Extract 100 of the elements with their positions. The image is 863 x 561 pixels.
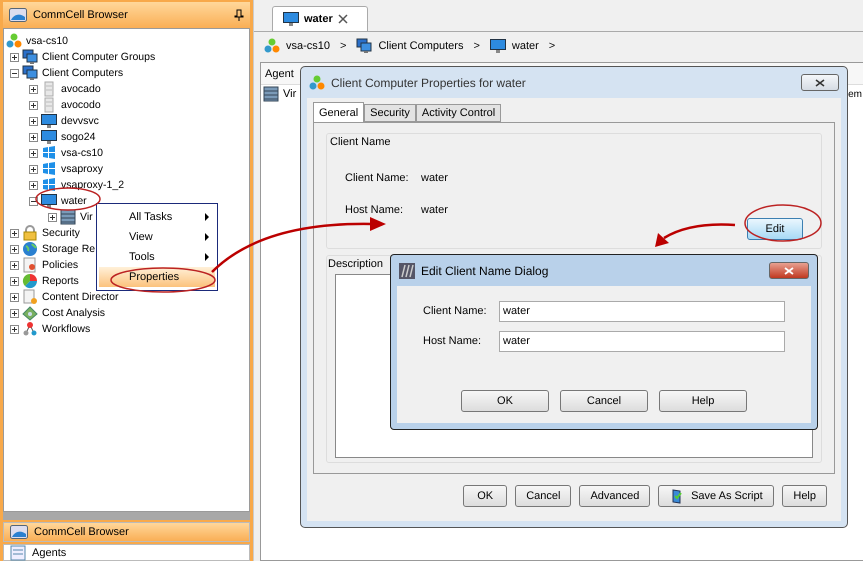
menu-item[interactable]: View [99, 227, 215, 247]
dialog-button[interactable]: Cancel [560, 390, 648, 412]
expand-toggle[interactable] [29, 180, 38, 190]
dialog-tab[interactable]: General [313, 102, 364, 123]
dialog-tab[interactable]: Activity Control [416, 104, 502, 122]
list-cell: em [848, 88, 863, 100]
expand-toggle[interactable] [48, 212, 57, 222]
close-icon[interactable] [338, 14, 348, 24]
dialog-title: Client Computer Properties for water [331, 76, 527, 90]
cubes-icon [264, 38, 280, 54]
monitor-icon [283, 11, 299, 27]
navigation-tab[interactable]: CommCell Browser [3, 522, 250, 542]
tree-item[interactable]: avocodo [60, 99, 102, 111]
submenu-arrow-icon [205, 213, 209, 221]
tree-item[interactable]: vsaproxy [60, 163, 104, 175]
tree-item[interactable]: Vir [79, 211, 94, 223]
tree-item[interactable]: Storage Re [41, 243, 96, 255]
dialog-tab[interactable]: Security [364, 104, 416, 122]
expand-toggle[interactable] [10, 52, 19, 62]
expand-toggle[interactable] [29, 116, 38, 126]
menu-item[interactable]: Properties [99, 267, 215, 287]
menu-item[interactable]: All Tasks [99, 207, 215, 227]
group-title: Client Name [330, 135, 391, 148]
document-tab[interactable]: water [272, 6, 368, 31]
close-icon [784, 266, 794, 274]
breadcrumb-separator: > [473, 40, 480, 52]
monitor-icon [41, 193, 57, 209]
list-icon [10, 544, 26, 560]
tree-item[interactable]: Workflows [41, 323, 92, 335]
tree-item[interactable]: Client Computers [41, 67, 124, 79]
close-button[interactable] [801, 74, 839, 91]
certificate-icon [22, 257, 38, 273]
dialog-button[interactable]: Help [782, 484, 827, 506]
expand-toggle[interactable] [29, 100, 38, 110]
breadcrumb-link[interactable]: Client Computers [378, 40, 464, 52]
breadcrumb-separator: > [548, 40, 556, 52]
breadcrumb-link[interactable]: water [512, 40, 539, 52]
tree-item[interactable]: vsa-cs10 [60, 147, 104, 159]
expand-toggle[interactable] [10, 260, 19, 270]
text-field[interactable]: water [499, 300, 785, 322]
navigation-tab[interactable]: Agents [3, 544, 250, 561]
pin-icon[interactable] [234, 9, 244, 21]
monitor-icon [490, 38, 506, 54]
expand-toggle[interactable] [10, 244, 19, 254]
dialog-button[interactable]: OK [463, 484, 508, 506]
expand-toggle[interactable] [29, 148, 38, 158]
expand-toggle[interactable] [10, 308, 19, 318]
tree-item[interactable]: Cost Analysis [41, 307, 106, 319]
tab-label: water [304, 13, 333, 25]
cubes-icon [6, 33, 22, 49]
breadcrumb-link[interactable]: vsa-cs10 [286, 40, 330, 52]
field-label: Host Name: [345, 204, 404, 216]
tree-item[interactable]: vsaproxy-1_2 [60, 179, 126, 191]
dialog-button[interactable]: OK [461, 390, 549, 412]
lock-icon [22, 225, 38, 241]
workflow-icon [22, 321, 38, 337]
expand-toggle[interactable] [29, 132, 38, 142]
expand-toggle[interactable] [10, 228, 19, 238]
dialog-button[interactable]: Advanced [579, 484, 650, 506]
field-label: Client Name: [345, 172, 410, 184]
tree-item[interactable]: avocado [60, 83, 102, 95]
monitor-icon [41, 129, 57, 145]
expand-toggle[interactable] [10, 276, 19, 286]
edit-button[interactable]: Edit [747, 218, 803, 240]
tree-item[interactable]: vsa-cs10 [25, 35, 70, 47]
breadcrumb-separator: > [340, 40, 346, 52]
expand-toggle[interactable] [10, 292, 19, 302]
globe-icon [22, 241, 38, 257]
text-field[interactable]: water [499, 330, 785, 352]
expand-toggle[interactable] [10, 324, 19, 334]
submenu-arrow-icon [205, 253, 209, 261]
windows-icon [41, 177, 57, 193]
dialog-title: Edit Client Name Dialog [421, 264, 550, 278]
tree-item[interactable]: Policies [41, 259, 80, 271]
tree-item[interactable]: water [60, 195, 88, 207]
dialog-button[interactable]: Help [659, 390, 747, 412]
tree-item[interactable]: Content Director [41, 291, 120, 303]
menu-item[interactable]: Tools [99, 247, 215, 267]
document-gear-icon [22, 289, 38, 305]
server-rack-icon [60, 209, 76, 225]
pie-chart-icon [22, 273, 38, 289]
dialog-button[interactable]: Save As Script [658, 484, 774, 506]
monitors-icon [356, 38, 372, 54]
windows-icon [41, 145, 57, 161]
monitors-icon [22, 65, 38, 81]
close-button[interactable] [769, 262, 809, 279]
submenu-arrow-icon [205, 233, 209, 241]
tree-item[interactable]: Reports [41, 275, 80, 287]
tree-item[interactable]: devvsvc [60, 115, 100, 127]
collapse-toggle[interactable] [10, 68, 19, 78]
column-title: Agent [265, 68, 294, 80]
tree-item[interactable]: Client Computer Groups [41, 51, 156, 63]
expand-toggle[interactable] [29, 84, 38, 94]
group-title: Description [328, 257, 384, 270]
expand-toggle[interactable] [29, 164, 38, 174]
tree-item[interactable]: sogo24 [60, 131, 96, 143]
dialog-button[interactable]: Cancel [515, 484, 572, 506]
server-rack-icon [263, 86, 279, 102]
list-item[interactable]: Vir [283, 88, 296, 100]
tree-item[interactable]: Security [41, 227, 81, 239]
